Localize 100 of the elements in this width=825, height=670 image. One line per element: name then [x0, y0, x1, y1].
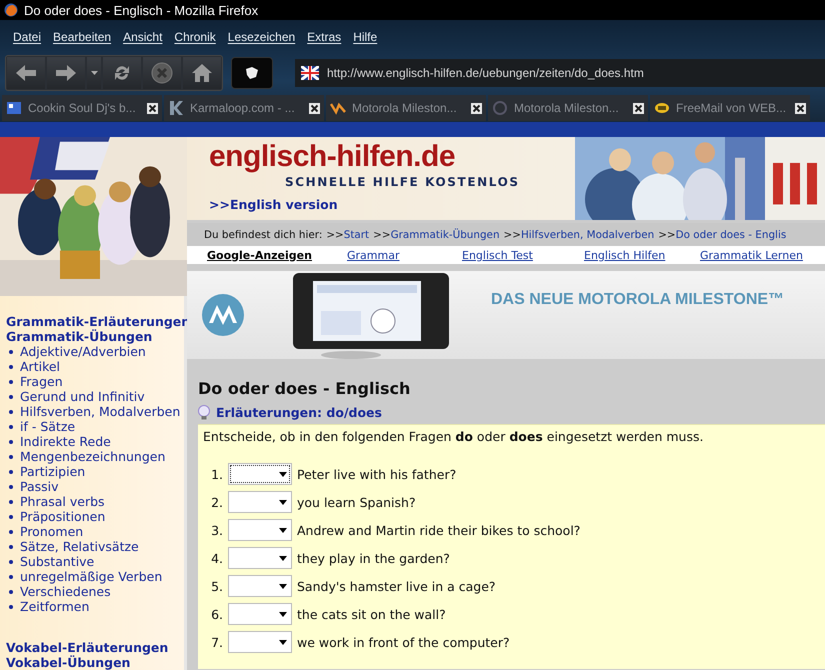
- sidebar-link[interactable]: Sätze, Relativsätze: [20, 539, 139, 554]
- reload-button[interactable]: [103, 57, 141, 89]
- bullet-icon: [9, 364, 13, 368]
- sidebar-link[interactable]: Mengenbezeichnungen: [20, 449, 166, 464]
- sidebar-link[interactable]: Zeitformen: [20, 599, 90, 614]
- sidebar-heading-link[interactable]: Grammatik-Übungen: [6, 329, 184, 344]
- lightbulb-icon: [198, 405, 210, 420]
- sidebar-heading-link[interactable]: Vokabel-Übungen: [6, 655, 184, 670]
- sidebar-link[interactable]: Passiv: [20, 479, 59, 494]
- breadcrumb-label: Du befindest dich hier:: [204, 228, 322, 240]
- question-number: 3.: [210, 522, 223, 538]
- sidebar-link[interactable]: Gerund und Infinitiv: [20, 389, 145, 404]
- back-button[interactable]: [7, 57, 45, 89]
- sidebar-link[interactable]: Verschiedenes: [20, 584, 111, 599]
- question-number: 7.: [210, 634, 223, 650]
- bullet-icon: [9, 560, 13, 564]
- answer-dropdown[interactable]: [228, 463, 292, 485]
- close-icon[interactable]: [147, 102, 158, 114]
- explanation-link[interactable]: Erläuterungen: do/does: [216, 405, 382, 420]
- ad-headline: DAS NEUE MOTOROLA MILESTONE™: [491, 291, 784, 309]
- sidebar-link[interactable]: Artikel: [20, 359, 60, 374]
- sidebar-link[interactable]: Hilfsverben, Modalverben: [20, 404, 180, 419]
- question-number: 4.: [210, 550, 223, 566]
- bullet-icon: [9, 484, 13, 488]
- browser-tab[interactable]: Cookin Soul Dj's b...: [2, 95, 162, 121]
- sidebar-link[interactable]: Pronomen: [20, 524, 84, 539]
- question-number: 1.: [210, 466, 223, 482]
- bullet-icon: [9, 394, 13, 398]
- caret-icon: [279, 528, 287, 532]
- sidebar-link[interactable]: Adjektive/Adverbien: [20, 344, 146, 359]
- bullet-icon: [9, 454, 13, 458]
- close-icon[interactable]: [633, 102, 644, 114]
- breadcrumb-separator: >>: [504, 228, 521, 240]
- question-text: the cats sit on the wall?: [297, 606, 446, 622]
- home-button[interactable]: [183, 57, 221, 89]
- question-number: 2.: [210, 494, 223, 510]
- browser-tab[interactable]: Motorola Mileston...: [488, 95, 648, 121]
- caret-icon: [279, 472, 287, 476]
- ad-link[interactable]: Englisch Test: [462, 248, 584, 262]
- url-text: http://www.englisch-hilfen.de/uebungen/zeiten/do_does.htm: [327, 66, 644, 80]
- firefox-icon: [4, 3, 18, 17]
- menu-item[interactable]: Datei: [8, 30, 48, 44]
- menu-item[interactable]: Chronik: [169, 30, 223, 44]
- question-text: Peter live with his father?: [297, 466, 456, 482]
- sidebar-link[interactable]: Partizipien: [20, 464, 86, 479]
- bullet-icon: [9, 574, 13, 578]
- breadcrumb-link[interactable]: Start: [344, 228, 370, 240]
- addon-button[interactable]: [231, 57, 273, 89]
- letter-k-icon: [168, 100, 184, 116]
- breadcrumb-separator: >>: [658, 228, 676, 240]
- ad-link[interactable]: Englisch Hilfen: [584, 248, 700, 262]
- close-icon[interactable]: [309, 102, 320, 114]
- bullet-icon: [9, 604, 13, 608]
- caret-icon: [279, 640, 287, 644]
- ads-label[interactable]: Google-Anzeigen: [207, 248, 347, 262]
- bullet-icon: [9, 440, 13, 444]
- sidebar-link[interactable]: Substantive: [20, 554, 94, 569]
- motorola-logo-icon: [201, 293, 245, 337]
- ad-link[interactable]: Grammar: [347, 248, 462, 262]
- english-version-link[interactable]: >>English version: [209, 197, 338, 212]
- menu-item[interactable]: Ansicht: [118, 30, 170, 44]
- question-text: you learn Spanish?: [297, 494, 416, 510]
- caret-icon: [279, 556, 287, 560]
- menu-item[interactable]: Bearbeiten: [48, 30, 118, 44]
- close-icon[interactable]: [471, 102, 482, 114]
- sidebar-link[interactable]: if - Sätze: [20, 419, 76, 434]
- circle-icon: [492, 100, 508, 116]
- site-logo[interactable]: englisch-hilfen.de: [209, 140, 575, 174]
- sidebar-link[interactable]: Präpositionen: [20, 509, 106, 524]
- coin-icon: [654, 100, 670, 116]
- sidebar-link[interactable]: Indirekte Rede: [20, 434, 111, 449]
- address-bar[interactable]: http://www.englisch-hilfen.de/uebungen/zeiten/do_does.htm: [295, 59, 825, 87]
- bullet-icon: [9, 530, 13, 534]
- browser-tab[interactable]: FreeMail von WEB...: [650, 95, 810, 121]
- breadcrumb-separator: >>: [326, 228, 344, 240]
- sidebar-link[interactable]: Fragen: [20, 374, 63, 389]
- menu-item[interactable]: Hilfe: [348, 30, 384, 44]
- tagline: SCHNELLE HILFE KOSTENLOS: [284, 174, 521, 190]
- forward-button[interactable]: [47, 57, 85, 89]
- breadcrumb-link[interactable]: Grammatik-Übungen: [390, 228, 500, 240]
- gem-icon: [244, 66, 260, 80]
- browser-tab[interactable]: Karmaloop.com - ...: [164, 95, 324, 121]
- breadcrumb-link[interactable]: Do oder does - Englis: [676, 228, 786, 240]
- bullet-icon: [9, 590, 13, 594]
- bullet-icon: [9, 350, 13, 354]
- question-text: Andrew and Martin ride their bikes to school?: [297, 522, 580, 538]
- ad-link[interactable]: Grammatik Lernen: [700, 248, 803, 262]
- sidebar-link[interactable]: Phrasal verbs: [20, 494, 105, 509]
- stop-button[interactable]: [143, 57, 181, 89]
- browser-tab[interactable]: Motorola Mileston...: [326, 95, 486, 121]
- menu-item[interactable]: Lesezeichen: [222, 30, 302, 44]
- close-icon[interactable]: [795, 102, 806, 114]
- sidebar-link[interactable]: unregelmäßige Verben: [20, 569, 162, 584]
- menu-item[interactable]: Extras: [302, 30, 348, 44]
- sidebar-heading-link[interactable]: Vokabel-Erläuterungen: [6, 640, 184, 655]
- history-dropdown[interactable]: [87, 57, 101, 89]
- breadcrumb-link[interactable]: Hilfsverben, Modalverben: [520, 228, 654, 240]
- question-text: Sandy's hamster live in a cage?: [297, 578, 496, 594]
- caret-icon: [90, 71, 98, 75]
- home-icon: [191, 63, 213, 83]
